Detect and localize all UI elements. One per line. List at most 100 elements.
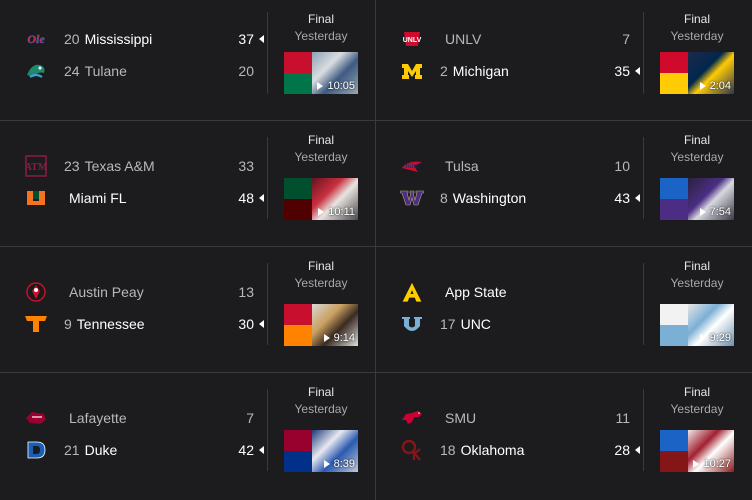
video-duration: 10:05 bbox=[317, 80, 355, 92]
tulane-logo bbox=[24, 60, 48, 82]
team-name: Duke bbox=[84, 442, 118, 458]
game-card[interactable]: Austin Peay 13 9 Tennessee 30 Final Yest… bbox=[0, 247, 376, 373]
team-row[interactable]: Ole 20 Mississippi 37 bbox=[24, 28, 264, 50]
team-score: 48 bbox=[238, 190, 254, 206]
status-final: Final bbox=[683, 12, 710, 26]
game-card[interactable]: ATM 23 Texas A&M 33 Miami FL 48 Final Ye… bbox=[0, 121, 376, 247]
team-row[interactable]: Tulsa Tulsa 10 bbox=[400, 155, 640, 177]
app-state-logo bbox=[400, 281, 424, 303]
duration-text: 10:27 bbox=[703, 458, 731, 470]
game-card[interactable]: Tulsa Tulsa 10 8 Washington 43 Final Yes… bbox=[376, 121, 752, 247]
texas-am-logo: ATM bbox=[24, 155, 48, 177]
team-rank: 8 bbox=[440, 190, 448, 206]
michigan-logo bbox=[660, 73, 688, 94]
highlight-video-thumbnail[interactable]: 10:27 bbox=[660, 430, 734, 472]
divider bbox=[643, 137, 644, 219]
team-row[interactable]: UNLV UNLV 7 bbox=[400, 28, 640, 50]
status-final: Final bbox=[307, 259, 334, 273]
team-rank: 9 bbox=[64, 316, 72, 332]
tulane-logo bbox=[284, 73, 312, 94]
team-row[interactable]: 18 Oklahoma 28 bbox=[400, 439, 640, 461]
team-row[interactable]: Lafayette 7 bbox=[24, 407, 264, 429]
play-icon bbox=[699, 82, 706, 90]
ole-miss-logo: Ole bbox=[24, 28, 48, 50]
play-icon bbox=[323, 334, 330, 342]
team-score: 13 bbox=[238, 284, 254, 300]
team-rank: 2 bbox=[440, 63, 448, 79]
game-card[interactable]: Lafayette 7 21 Duke 42 Final Yesterday 8… bbox=[0, 373, 376, 500]
divider bbox=[643, 263, 644, 345]
divider bbox=[267, 389, 268, 471]
team-name: Washington bbox=[452, 190, 527, 206]
team-row[interactable]: 9 Tennessee 30 bbox=[24, 313, 264, 335]
divider bbox=[267, 263, 268, 345]
highlight-video-thumbnail[interactable]: 9:14 bbox=[284, 304, 358, 346]
video-duration: 7:54 bbox=[699, 206, 731, 218]
winner-arrow-icon bbox=[259, 194, 264, 202]
team-score: 43 bbox=[614, 190, 630, 206]
tulsa-logo bbox=[660, 178, 688, 199]
team-row[interactable]: SMU 11 bbox=[400, 407, 640, 429]
play-icon bbox=[317, 82, 324, 90]
status-when: Yesterday bbox=[670, 29, 724, 43]
team-row[interactable]: 17 UNC bbox=[400, 313, 640, 335]
highlight-video-thumbnail[interactable]: 7:54 bbox=[660, 178, 734, 220]
team-row[interactable]: App State bbox=[400, 281, 640, 303]
lafayette-logo bbox=[284, 430, 312, 451]
oklahoma-logo bbox=[400, 439, 424, 461]
duration-text: 10:05 bbox=[327, 80, 355, 92]
app-state-logo bbox=[660, 304, 688, 325]
team-name: UNLV bbox=[445, 31, 482, 47]
game-status: Final Yesterday bbox=[284, 132, 358, 166]
duration-text: 9:14 bbox=[333, 332, 355, 344]
duke-logo bbox=[24, 439, 48, 461]
highlight-video-thumbnail[interactable]: 2:04 bbox=[660, 52, 734, 94]
tennessee-logo bbox=[284, 325, 312, 346]
team-row[interactable]: 24 Tulane 20 bbox=[24, 60, 264, 82]
duration-text: 7:54 bbox=[709, 206, 731, 218]
austin-peay-logo bbox=[284, 304, 312, 325]
washington-logo bbox=[400, 187, 424, 209]
team-score: 11 bbox=[615, 410, 630, 426]
team-name: Lafayette bbox=[69, 410, 127, 426]
game-card[interactable]: UNLV UNLV 7 2 Michigan 35 Final Yesterda… bbox=[376, 0, 752, 121]
svg-text:Ole: Ole bbox=[27, 32, 45, 46]
highlight-video-thumbnail[interactable]: 10:05 bbox=[284, 52, 358, 94]
status-when: Yesterday bbox=[670, 402, 724, 416]
play-icon bbox=[318, 208, 325, 216]
team-name: UNC bbox=[460, 316, 491, 332]
team-row[interactable]: 2 Michigan 35 bbox=[400, 60, 640, 82]
highlight-video-thumbnail[interactable]: 9:29 bbox=[660, 304, 734, 346]
team-score: 33 bbox=[238, 158, 254, 174]
team-score: 35 bbox=[614, 63, 630, 79]
miami-logo bbox=[24, 187, 48, 209]
game-status: Final Yesterday bbox=[660, 258, 734, 292]
video-duration: 9:29 bbox=[699, 332, 731, 344]
game-status: Final Yesterday bbox=[660, 384, 734, 418]
team-row[interactable]: 8 Washington 43 bbox=[400, 187, 640, 209]
play-icon bbox=[693, 460, 700, 468]
team-name: Tulane bbox=[84, 63, 127, 79]
team-row[interactable]: Austin Peay 13 bbox=[24, 281, 264, 303]
game-card[interactable]: App State 17 UNC Final Yesterday 9:29 bbox=[376, 247, 752, 373]
team-row[interactable]: 21 Duke 42 bbox=[24, 439, 264, 461]
tennessee-logo bbox=[24, 313, 48, 335]
team-name: App State bbox=[445, 284, 507, 300]
team-rank: 18 bbox=[440, 442, 456, 458]
team-name: Austin Peay bbox=[69, 284, 144, 300]
game-card[interactable]: Ole 20 Mississippi 37 24 Tulane 20 Final… bbox=[0, 0, 376, 121]
team-name: Tulsa bbox=[445, 158, 479, 174]
status-final: Final bbox=[307, 133, 334, 147]
highlight-video-thumbnail[interactable]: 8:39 bbox=[284, 430, 358, 472]
team-score: 10 bbox=[614, 158, 630, 174]
game-card[interactable]: SMU 11 18 Oklahoma 28 Final Yesterday 10… bbox=[376, 373, 752, 500]
team-row[interactable]: ATM 23 Texas A&M 33 bbox=[24, 155, 264, 177]
scoreboard-grid: Ole 20 Mississippi 37 24 Tulane 20 Final… bbox=[0, 0, 752, 500]
divider bbox=[267, 137, 268, 219]
highlight-video-thumbnail[interactable]: 10:11 bbox=[284, 178, 358, 220]
team-name: Oklahoma bbox=[460, 442, 525, 458]
winner-arrow-icon bbox=[259, 320, 264, 328]
game-status: Final Yesterday bbox=[660, 132, 734, 166]
team-row[interactable]: Miami FL 48 bbox=[24, 187, 264, 209]
team-score: 28 bbox=[614, 442, 630, 458]
